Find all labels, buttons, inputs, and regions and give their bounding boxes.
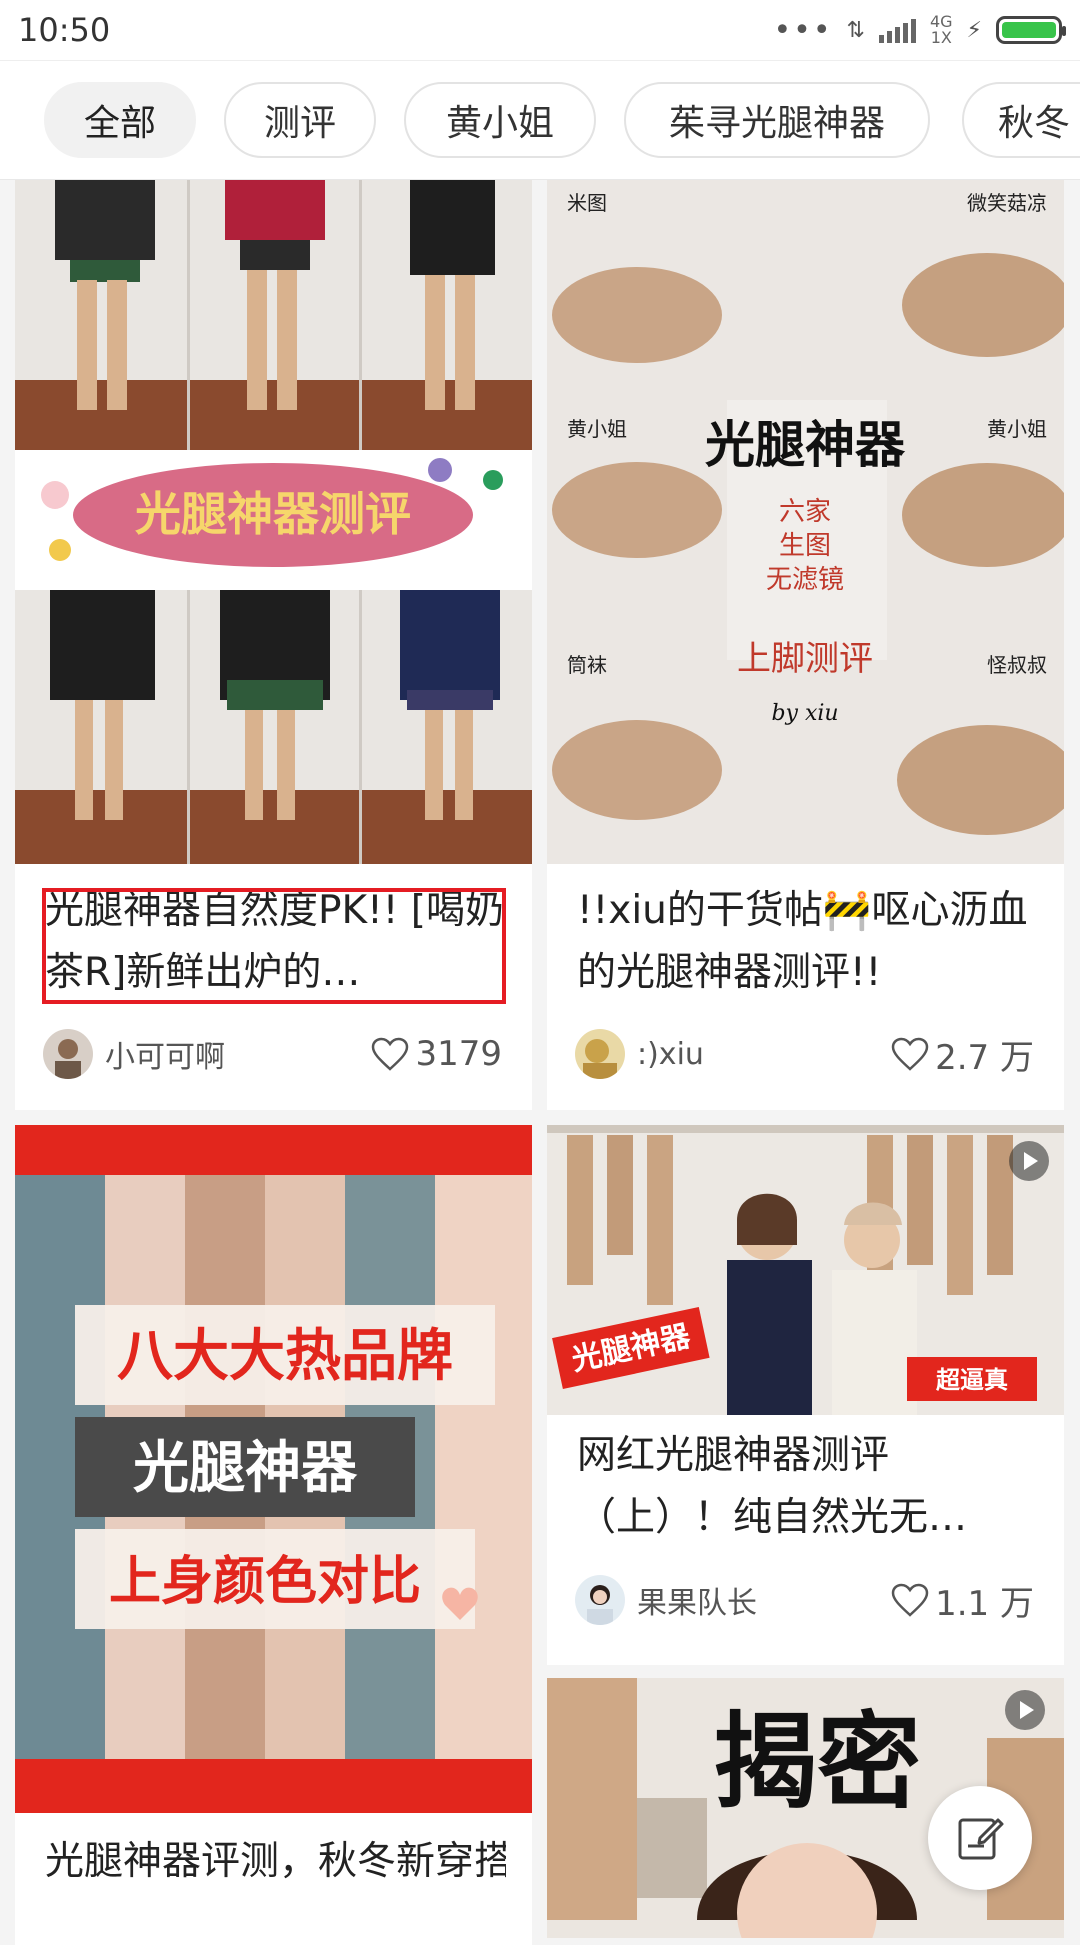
- note-card[interactable]: 八大大热品牌 光腿神器 上身颜色对比 光腿神器评测，秋冬新穿搭双上，攻略!: [15, 1125, 532, 1945]
- more-dots-icon: •••: [773, 12, 833, 48]
- compose-button[interactable]: [928, 1786, 1032, 1890]
- card-title[interactable]: !!xiu的干货帖🚧呕心沥血的光腿神器测评!!: [577, 880, 1038, 1004]
- author-name: 果果队长: [637, 1586, 757, 1621]
- thumb-label: 筒袜: [567, 653, 607, 677]
- thumb-line: 八大大热品牌: [117, 1324, 453, 1389]
- author[interactable]: :)xiu: [575, 1029, 704, 1079]
- card-thumbnail: 米图 微笑菇凉 黄小姐 黄小姐 筒袜 怪叔叔 光腿神器 六家 生图 无滤镜 上脚…: [547, 180, 1064, 864]
- avatar: [43, 1029, 93, 1079]
- status-icons: ••• ⇅ 4G 1X ⚡: [773, 12, 1066, 48]
- avatar: [575, 1029, 625, 1079]
- author[interactable]: 果果队长: [575, 1575, 757, 1625]
- thumb-title: 揭密: [713, 1701, 921, 1823]
- thumb-banner-text: 光腿神器测评: [135, 487, 411, 541]
- status-time: 10:50: [18, 11, 111, 49]
- heart-icon: [891, 1037, 929, 1071]
- battery-icon: [996, 16, 1066, 44]
- thumb-tag: 超逼真: [936, 1366, 1008, 1394]
- author[interactable]: 小可可啊: [43, 1029, 225, 1079]
- avatar: [575, 1575, 625, 1625]
- like-count: 2.7 万: [935, 1037, 1034, 1078]
- tab-all[interactable]: 全部: [44, 82, 196, 158]
- thumb-label: 微笑菇凉: [967, 191, 1047, 215]
- tab-huang-xiaojie[interactable]: 黄小姐: [404, 82, 596, 158]
- thumb-label: 怪叔叔: [987, 653, 1047, 677]
- selection-highlight: [42, 888, 506, 1004]
- tab-review[interactable]: 测评: [224, 82, 376, 158]
- card-thumbnail: 光腿神器测评: [15, 180, 532, 864]
- thumb-label: 黄小姐: [567, 417, 627, 441]
- video-play-icon: [1009, 1141, 1049, 1181]
- note-card[interactable]: 光腿神器 超逼真 网红光腿神器测评（上）！纯自然光无… 果果队长 1.1 万: [547, 1125, 1064, 1665]
- thumb-label: 米图: [567, 191, 607, 215]
- network-type: 4G 1X: [929, 12, 953, 47]
- card-title[interactable]: 光腿神器评测，秋冬新穿搭双上，攻略!: [45, 1831, 506, 1893]
- thumb-line: 上身颜色对比: [109, 1552, 421, 1612]
- thumb-label: 黄小姐: [987, 417, 1047, 441]
- charging-icon: ⚡: [966, 17, 982, 43]
- video-play-icon: [1005, 1690, 1045, 1730]
- card-meta: 果果队长 1.1 万: [575, 1572, 1034, 1628]
- signal-icon: [878, 17, 916, 43]
- heart-icon: [891, 1583, 929, 1617]
- author-name: :)xiu: [637, 1036, 704, 1072]
- thumb-line: 光腿神器: [133, 1436, 358, 1501]
- thumb-subtitle: 六家: [779, 497, 831, 527]
- like-button[interactable]: 3179: [371, 1034, 502, 1074]
- card-thumbnail: 八大大热品牌 光腿神器 上身颜色对比: [15, 1125, 532, 1813]
- tab-brand[interactable]: 茱寻光腿神器: [624, 82, 930, 158]
- status-bar: 10:50 ••• ⇅ 4G 1X ⚡: [0, 0, 1080, 60]
- like-button[interactable]: 2.7 万: [891, 1030, 1034, 1079]
- heart-icon: [372, 1037, 409, 1071]
- edit-icon: [958, 1818, 1004, 1860]
- card-meta: :)xiu 2.7 万: [575, 1026, 1034, 1082]
- category-tabs: 全部 测评 黄小姐 茱寻光腿神器 秋冬: [0, 60, 1080, 180]
- like-count: 3179: [415, 1034, 502, 1074]
- thumb-subtitle: 无滤镜: [766, 565, 844, 595]
- tab-autumn-winter[interactable]: 秋冬: [962, 82, 1080, 158]
- note-card[interactable]: 米图 微笑菇凉 黄小姐 黄小姐 筒袜 怪叔叔 光腿神器 六家 生图 无滤镜 上脚…: [547, 180, 1064, 1110]
- author-name: 小可可啊: [105, 1040, 225, 1075]
- like-button[interactable]: 1.1 万: [891, 1576, 1034, 1625]
- card-thumbnail: 光腿神器 超逼真: [547, 1125, 1064, 1415]
- card-meta: 小可可啊 3179: [43, 1026, 502, 1082]
- like-count: 1.1 万: [935, 1583, 1034, 1624]
- thumb-by: by xiu: [771, 701, 838, 726]
- thumb-subtitle: 生图: [779, 531, 831, 561]
- thumb-bottom: 上脚测评: [737, 639, 873, 679]
- thumb-title: 光腿神器: [705, 416, 906, 474]
- card-title[interactable]: 网红光腿神器测评（上）！纯自然光无…: [577, 1425, 1038, 1549]
- data-transfer-icon: ⇅: [846, 17, 865, 43]
